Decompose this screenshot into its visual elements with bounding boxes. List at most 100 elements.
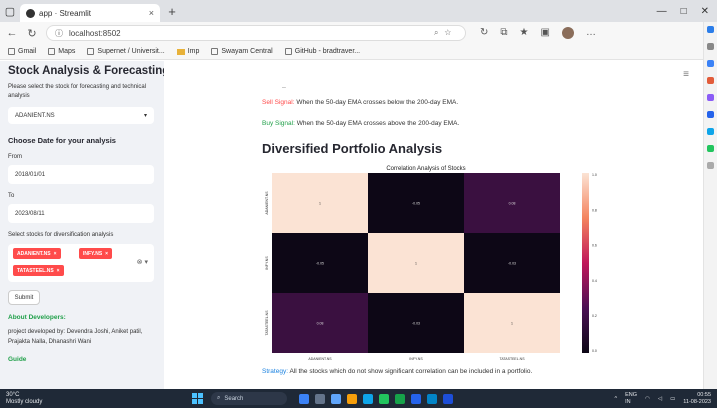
stock-select-value: ADANIENT.NS bbox=[15, 112, 55, 119]
date-heading: Choose Date for your analysis bbox=[8, 136, 116, 145]
battery-icon[interactable]: ▭ bbox=[670, 396, 675, 402]
window-controls: — □ ✕ bbox=[657, 6, 717, 17]
chip-infy[interactable]: INFY.NS × bbox=[79, 248, 113, 259]
language-indicator[interactable]: ENG IN bbox=[625, 392, 637, 404]
developers-text: project developed by: Devendra Joshi, An… bbox=[8, 329, 143, 345]
refresh-icon[interactable]: ↻ bbox=[480, 27, 488, 39]
x-tick-label: ADANIENT.NS bbox=[308, 357, 332, 361]
task-view-icon[interactable] bbox=[315, 393, 325, 404]
y-tick-label: TATASTEEL.NS bbox=[265, 310, 269, 336]
profile-avatar[interactable] bbox=[561, 27, 574, 39]
main-menu-icon[interactable]: ≡ bbox=[683, 69, 689, 80]
games-icon[interactable] bbox=[707, 94, 714, 101]
tab-close-icon[interactable]: × bbox=[149, 8, 154, 18]
stock-select-label: Please select the stock for forecasting … bbox=[8, 84, 147, 99]
browser-toolbar: ↻ ⧉ ★ ▣ … bbox=[480, 27, 596, 39]
drop-icon[interactable] bbox=[707, 145, 714, 152]
split-screen-icon[interactable]: ⧉ bbox=[500, 27, 507, 39]
bookmark-maps[interactable]: Maps bbox=[48, 48, 75, 55]
vscode-icon[interactable] bbox=[427, 393, 437, 404]
shopping-icon[interactable] bbox=[707, 60, 714, 67]
tab-title: app · Streamlit bbox=[39, 8, 92, 18]
y-tick-label: INFY.NS bbox=[265, 256, 269, 270]
widgets-icon[interactable] bbox=[299, 393, 309, 404]
reload-icon[interactable]: ↻ bbox=[26, 27, 38, 40]
heatmap-cell-value: 1 bbox=[415, 262, 417, 266]
heatmap-cell-value: -0.05 bbox=[316, 262, 324, 266]
add-icon[interactable] bbox=[707, 162, 714, 169]
windows-taskbar: 30°C Mostly cloudy ⌕ Search ^ ENG IN ◠ ◁… bbox=[0, 389, 717, 408]
heatmap-cell-value: -0.05 bbox=[412, 202, 420, 206]
from-label: From bbox=[8, 154, 22, 160]
heatmap-cell-value: 1 bbox=[319, 202, 321, 206]
search-placeholder: Search bbox=[224, 395, 244, 402]
maximize-icon[interactable]: □ bbox=[681, 6, 687, 17]
url-action-icons[interactable]: ⌕☆ bbox=[434, 28, 457, 38]
colorbar bbox=[582, 173, 589, 353]
stock-multiselect[interactable]: ADANIENT.NS × INFY.NS × TATASTEEL.NS × ⊗ ▾ bbox=[8, 244, 154, 282]
submit-button[interactable]: Submit bbox=[8, 290, 40, 305]
bookmark-swayam[interactable]: Swayam Central bbox=[211, 48, 273, 55]
stock-select[interactable]: ADANIENT.NS ▾ bbox=[8, 107, 154, 124]
office-icon[interactable] bbox=[707, 111, 714, 118]
more-icon[interactable]: … bbox=[586, 27, 596, 39]
tab-actions-icon[interactable]: ▢ bbox=[0, 0, 20, 22]
diversification-label: Select stocks for diversification analys… bbox=[8, 232, 114, 238]
bing-icon[interactable] bbox=[707, 26, 714, 33]
bookmark-imp[interactable]: Imp bbox=[176, 48, 199, 55]
to-label: To bbox=[8, 193, 15, 199]
clock[interactable]: 00:55 11-08-2023 bbox=[683, 392, 711, 404]
chip-remove-icon[interactable]: × bbox=[54, 251, 57, 257]
correlation-heatmap: Correlation Analysis of Stocks 1 -0.05 0.0… bbox=[265, 166, 597, 361]
new-tab-icon[interactable]: + bbox=[164, 3, 180, 19]
github-icon bbox=[284, 48, 292, 55]
bookmark-gmail[interactable]: Gmail bbox=[8, 48, 36, 55]
heatmap-cell-value: 1 bbox=[511, 322, 513, 326]
colorbar-tick-label: 0.6 bbox=[592, 244, 597, 248]
excel-icon[interactable] bbox=[395, 393, 405, 404]
bookmark-supernet[interactable]: Supernet / Universit... bbox=[87, 48, 165, 55]
page-icon bbox=[8, 48, 15, 55]
wifi-icon[interactable]: ◠ bbox=[645, 396, 650, 402]
close-window-icon[interactable]: ✕ bbox=[701, 6, 709, 17]
chip-tatasteel[interactable]: TATASTEEL.NS × bbox=[13, 265, 64, 276]
about-developers-link[interactable]: About Developers: bbox=[8, 314, 156, 321]
minimize-icon[interactable]: — bbox=[657, 6, 667, 17]
windows-start-icon[interactable] bbox=[192, 393, 203, 404]
collections-icon[interactable]: ▣ bbox=[541, 27, 550, 39]
chip-remove-icon[interactable]: × bbox=[105, 251, 108, 257]
sell-signal-label: Sell Signal: bbox=[262, 99, 295, 106]
bookmark-github[interactable]: GitHub - bradtraver... bbox=[284, 48, 360, 55]
info-icon: ⓘ bbox=[55, 28, 63, 38]
weather-widget[interactable]: 30°C Mostly cloudy bbox=[6, 392, 66, 405]
outlook-icon[interactable] bbox=[707, 128, 714, 135]
favorites-icon[interactable]: ★ bbox=[520, 27, 529, 39]
guide-link[interactable]: Guide bbox=[8, 356, 156, 363]
word-icon[interactable] bbox=[411, 393, 421, 404]
multiselect-controls-icon[interactable]: ⊗ ▾ bbox=[137, 258, 148, 266]
search-icon[interactable] bbox=[707, 43, 714, 50]
tray-chevron-icon[interactable]: ^ bbox=[615, 396, 618, 402]
back-icon[interactable]: ← bbox=[6, 27, 18, 39]
edge-icon[interactable] bbox=[363, 393, 373, 404]
store-icon[interactable] bbox=[379, 393, 389, 404]
terminal-icon[interactable] bbox=[443, 393, 453, 404]
chat-icon[interactable] bbox=[331, 393, 341, 404]
chip-remove-icon[interactable]: × bbox=[57, 268, 60, 274]
browser-tab[interactable]: app · Streamlit × bbox=[20, 4, 160, 22]
chip-adanient[interactable]: ADANIENT.NS × bbox=[13, 248, 61, 259]
x-tick-label: INFY.NS bbox=[409, 357, 423, 361]
chevron-down-icon: ▾ bbox=[143, 113, 147, 119]
strategy-label: Strategy: bbox=[262, 368, 289, 375]
sidebar-title: Stock Analysis & Forecasting bbox=[8, 65, 164, 77]
strategy-text: Strategy: All the stocks which do not sh… bbox=[262, 368, 533, 375]
taskbar-search[interactable]: ⌕ Search bbox=[211, 392, 287, 405]
from-date-input[interactable]: 2018/01/01 bbox=[8, 165, 154, 184]
to-date-input[interactable]: 2023/08/11 bbox=[8, 204, 154, 223]
tools-icon[interactable] bbox=[707, 77, 714, 84]
file-explorer-icon[interactable] bbox=[347, 393, 357, 404]
url-field[interactable]: ⓘ localhost:8502 ⌕☆ bbox=[46, 25, 466, 41]
system-tray: ^ ENG IN ◠ ◁ ▭ 00:55 11-08-2023 bbox=[615, 392, 712, 404]
volume-icon[interactable]: ◁ bbox=[658, 396, 662, 402]
y-tick-label: ADANIENT.NS bbox=[265, 191, 269, 215]
